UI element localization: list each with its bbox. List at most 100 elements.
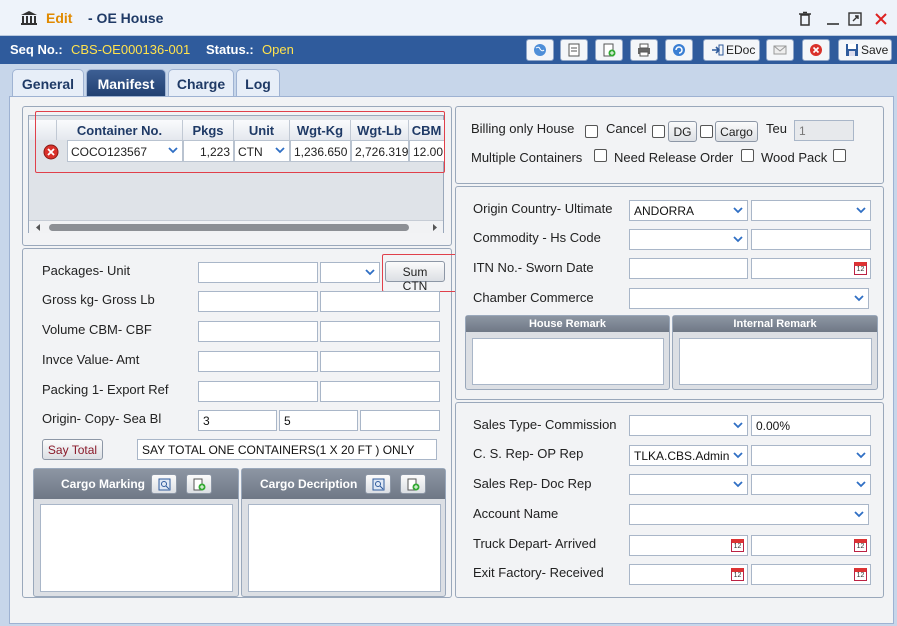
sea-bl-field[interactable]	[360, 410, 440, 431]
origin-country-value: ANDORRA	[634, 204, 695, 218]
chevron-down-icon[interactable]	[731, 449, 745, 462]
tab-charge[interactable]: Charge	[168, 69, 234, 97]
calendar-icon[interactable]: 12	[854, 568, 867, 581]
dg-button[interactable]: DG	[668, 121, 697, 142]
invoice-value-field[interactable]	[198, 351, 318, 372]
origin-country-select[interactable]: ANDORRA	[629, 200, 748, 221]
cargo-button[interactable]: Cargo	[715, 121, 758, 142]
volume-cbm-field[interactable]	[198, 321, 318, 342]
gross-kg-field[interactable]	[198, 291, 318, 312]
edoc-button[interactable]: EDoc	[703, 39, 760, 61]
calendar-icon[interactable]: 12	[854, 262, 867, 275]
scrollbar-thumb[interactable]	[49, 224, 409, 231]
calendar-icon[interactable]: 12	[731, 568, 744, 581]
doc-rep-select[interactable]	[751, 474, 871, 495]
account-name-select[interactable]	[629, 504, 869, 525]
cancel-checkbox[interactable]	[652, 125, 665, 138]
received-field[interactable]: 12	[751, 564, 871, 585]
multiple-containers-checkbox[interactable]	[594, 149, 607, 162]
exit-factory-field[interactable]: 12	[629, 564, 748, 585]
house-remark-textarea[interactable]	[472, 338, 664, 385]
save-button[interactable]: Save	[838, 39, 892, 61]
copy-field[interactable]: 5	[279, 410, 358, 431]
calendar-icon[interactable]: 12	[854, 539, 867, 552]
wood-pack-checkbox[interactable]	[833, 149, 846, 162]
chevron-down-icon[interactable]	[854, 478, 868, 491]
cargo-description-add-button[interactable]	[400, 474, 426, 494]
house-remark-header: House Remark	[466, 316, 669, 332]
truck-depart-field[interactable]: 12	[629, 535, 748, 556]
chevron-down-icon[interactable]	[363, 266, 377, 279]
cancel-record-button[interactable]	[802, 39, 830, 61]
grid-scrollbar[interactable]	[29, 220, 443, 233]
refresh-button[interactable]	[665, 39, 693, 61]
packing-field[interactable]	[198, 381, 318, 402]
cargo-marking-add-button[interactable]	[186, 474, 212, 494]
scroll-left-icon[interactable]	[34, 223, 42, 232]
close-icon[interactable]	[873, 11, 889, 27]
origin-field[interactable]: 3	[198, 410, 277, 431]
invoice-label: Invce Value- Amt	[42, 352, 140, 367]
tab-bar: General Manifest Charge Log	[0, 64, 897, 98]
package-unit-select[interactable]	[320, 262, 380, 283]
chevron-down-icon[interactable]	[731, 233, 745, 246]
sales-rep-select[interactable]	[629, 474, 748, 495]
gross-lb-field[interactable]	[320, 291, 440, 312]
sworn-date-field[interactable]: 12	[751, 258, 871, 279]
invoice-amount-field[interactable]	[320, 351, 440, 372]
packages-field[interactable]	[198, 262, 318, 283]
chevron-down-icon[interactable]	[854, 449, 868, 462]
cargo-marking-textarea[interactable]	[40, 504, 233, 592]
internal-remark-textarea[interactable]	[679, 338, 872, 385]
cs-rep-value: TLKA.CBS.Admin	[634, 449, 730, 463]
need-release-order-checkbox[interactable]	[741, 149, 754, 162]
cargo-description-textarea[interactable]	[248, 504, 441, 592]
sales-rep-label: Sales Rep- Doc Rep	[473, 476, 592, 491]
scroll-right-icon[interactable]	[431, 223, 439, 232]
dg-checkbox[interactable]	[700, 125, 713, 138]
chevron-down-icon[interactable]	[731, 204, 745, 217]
trash-icon[interactable]	[797, 11, 813, 27]
seq-label: Seq No.:	[10, 42, 63, 57]
hs-code-field[interactable]	[751, 229, 871, 250]
cargo-marking-search-button[interactable]	[151, 474, 177, 494]
teu-field[interactable]: 1	[794, 120, 854, 141]
commodity-select[interactable]	[629, 229, 748, 250]
commission-field[interactable]: 0.00%	[751, 415, 871, 436]
volume-cbf-field[interactable]	[320, 321, 440, 342]
search-image-icon	[372, 478, 385, 491]
chevron-down-icon[interactable]	[852, 292, 866, 305]
chamber-label: Chamber Commerce	[473, 290, 594, 305]
print-button[interactable]	[630, 39, 658, 61]
say-total-field[interactable]: SAY TOTAL ONE CONTAINERS(1 X 20 FT ) ONL…	[137, 439, 437, 460]
email-button[interactable]	[766, 39, 794, 61]
chamber-select[interactable]	[629, 288, 869, 309]
billing-only-house-checkbox[interactable]	[585, 125, 598, 138]
minimize-icon[interactable]	[825, 11, 841, 27]
calendar-icon[interactable]: 12	[731, 539, 744, 552]
chevron-down-icon[interactable]	[731, 419, 745, 432]
refresh-icon	[673, 44, 685, 56]
chevron-down-icon[interactable]	[731, 478, 745, 491]
commodity-label: Commodity - Hs Code	[473, 230, 601, 245]
globe-button[interactable]	[526, 39, 554, 61]
say-total-button[interactable]: Say Total	[42, 439, 103, 460]
op-rep-select[interactable]	[751, 445, 871, 466]
document-button[interactable]	[560, 39, 588, 61]
tab-manifest[interactable]: Manifest	[86, 69, 166, 97]
sales-type-label: Sales Type- Commission	[473, 417, 617, 432]
chevron-down-icon[interactable]	[852, 508, 866, 521]
ultimate-select[interactable]	[751, 200, 871, 221]
itn-field[interactable]	[629, 258, 748, 279]
tab-log[interactable]: Log	[236, 69, 280, 97]
cs-rep-select[interactable]: TLKA.CBS.Admin	[629, 445, 748, 466]
export-ref-field[interactable]	[320, 381, 440, 402]
chevron-down-icon[interactable]	[854, 204, 868, 217]
arrived-field[interactable]: 12	[751, 535, 871, 556]
new-document-button[interactable]	[595, 39, 623, 61]
cargo-description-search-button[interactable]	[365, 474, 391, 494]
sales-type-select[interactable]	[629, 415, 748, 436]
tab-general[interactable]: General	[12, 69, 84, 97]
maximize-icon[interactable]	[847, 11, 863, 27]
gross-label: Gross kg- Gross Lb	[42, 292, 155, 307]
